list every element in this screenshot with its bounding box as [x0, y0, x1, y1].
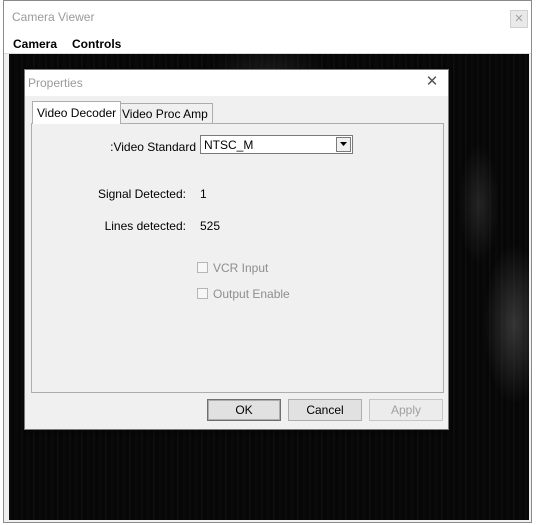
- menu-bar: Camera Controls: [4, 35, 531, 54]
- tab-video-decoder[interactable]: Video Decoder: [32, 101, 122, 124]
- video-standard-label: :Video Standard: [110, 140, 196, 154]
- lines-detected-label: Lines detected:: [104, 219, 186, 233]
- tab-video-proc-amp[interactable]: Video Proc Amp: [117, 103, 213, 123]
- tab-label: Video Decoder: [37, 106, 117, 120]
- chevron-down-icon: [340, 142, 347, 146]
- signal-detected-label: Signal Detected:: [97, 187, 186, 201]
- dialog-title-bar: Properties ✕: [25, 70, 448, 96]
- dialog-close-button[interactable]: ✕: [424, 74, 440, 90]
- video-standard-value: NTSC_M: [204, 138, 254, 152]
- vcr-input-checkbox[interactable]: [197, 262, 208, 273]
- menu-controls[interactable]: Controls: [72, 37, 121, 51]
- output-enable-label: Output Enable: [213, 287, 290, 301]
- dialog-title: Properties: [28, 76, 83, 90]
- cancel-button[interactable]: Cancel: [288, 399, 362, 421]
- apply-button[interactable]: Apply: [369, 399, 443, 421]
- window-close-button[interactable]: ✕: [510, 10, 528, 28]
- window-title: Camera Viewer: [12, 10, 95, 24]
- lines-detected-value: 525: [200, 219, 221, 233]
- vcr-input-label: VCR Input: [213, 261, 269, 275]
- ok-button[interactable]: OK: [207, 399, 281, 421]
- window-title-bar: Camera Viewer ✕: [4, 1, 531, 35]
- close-icon: ✕: [514, 13, 524, 25]
- properties-dialog: Properties ✕ Video Decoder Video Proc Am…: [24, 69, 449, 430]
- signal-detected-value: 1: [200, 187, 207, 201]
- dropdown-arrow-button[interactable]: [336, 137, 351, 152]
- tab-label: Video Proc Amp: [122, 107, 208, 121]
- video-standard-select[interactable]: NTSC_M: [200, 135, 353, 154]
- video-decoder-panel: [31, 123, 444, 393]
- output-enable-checkbox[interactable]: [197, 288, 208, 299]
- close-icon: ✕: [425, 73, 439, 90]
- menu-camera[interactable]: Camera: [13, 37, 57, 51]
